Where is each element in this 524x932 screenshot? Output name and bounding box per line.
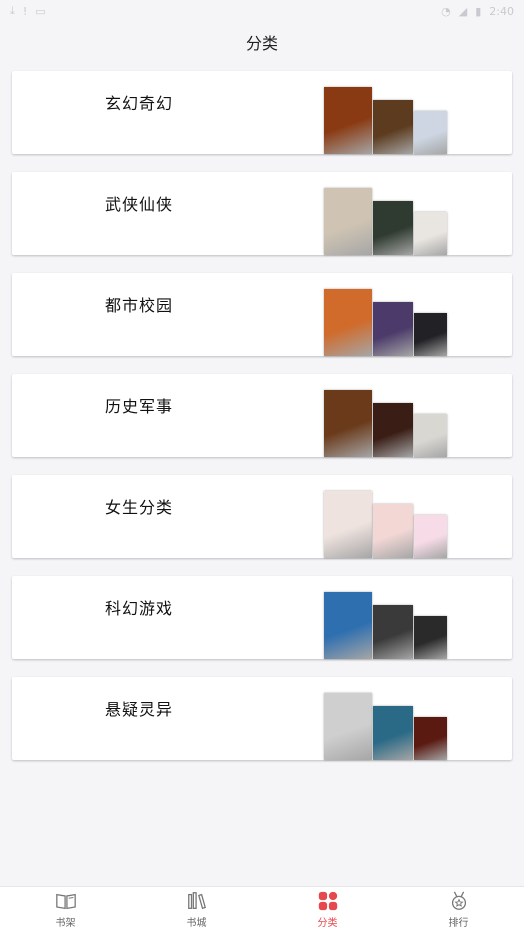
book-cover	[324, 87, 372, 154]
book-cover	[414, 616, 447, 659]
wifi-icon: ◔	[441, 4, 451, 18]
bottom-tab-bar: 书架 书城 分类 排行	[0, 886, 524, 932]
book-cover	[324, 592, 372, 659]
book-cover	[373, 100, 413, 154]
bookshelf-icon	[187, 892, 206, 910]
book-cover	[414, 212, 447, 255]
book-covers	[324, 592, 448, 659]
tab-ranking[interactable]: 排行	[393, 887, 524, 932]
category-card-nvsheng[interactable]: 女生分类	[12, 475, 512, 558]
book-cover	[373, 302, 413, 356]
book-covers	[324, 693, 448, 760]
book-cover	[373, 605, 413, 659]
tab-category[interactable]: 分类	[262, 887, 393, 932]
book-cover	[324, 693, 372, 760]
book-cover	[324, 390, 372, 457]
medal-icon	[451, 891, 466, 910]
notification-icon: !	[22, 4, 28, 18]
tab-label: 书城	[186, 918, 207, 929]
category-title: 玄幻奇幻	[105, 94, 174, 113]
category-card-dushi[interactable]: 都市校园	[12, 273, 512, 356]
book-cover	[414, 313, 447, 356]
category-title: 悬疑灵异	[105, 700, 174, 719]
category-title: 科幻游戏	[105, 599, 174, 618]
category-title: 女生分类	[105, 498, 174, 517]
book-cover	[414, 414, 447, 457]
book-cover	[373, 403, 413, 457]
tab-label: 书架	[55, 918, 76, 929]
category-card-lishi[interactable]: 历史军事	[12, 374, 512, 457]
download-icon: ⤓	[10, 4, 15, 17]
category-card-kehuan[interactable]: 科幻游戏	[12, 576, 512, 659]
book-covers	[324, 390, 448, 457]
signal-icon: ◢	[458, 4, 468, 18]
page-title: 分类	[245, 34, 278, 53]
tab-bookshelf[interactable]: 书架	[0, 887, 131, 932]
status-bar: ⤓ ! ▭ ◔ ◢ ▮ 2:40	[0, 0, 524, 22]
book-covers	[324, 188, 448, 255]
book-cover	[324, 188, 372, 255]
tab-bookstore[interactable]: 书城	[131, 887, 262, 932]
book-open-icon	[55, 893, 76, 910]
tab-label: 分类	[317, 918, 338, 929]
battery-icon: ▮	[475, 4, 482, 18]
book-cover	[324, 491, 372, 558]
book-covers	[324, 87, 448, 154]
book-cover	[373, 201, 413, 255]
category-list: 玄幻奇幻 武侠仙侠 都市校园 历史军事 女生分类 科幻游戏 悬疑灵异	[12, 71, 512, 778]
category-title: 武侠仙侠	[105, 195, 174, 214]
sd-card-icon: ▭	[35, 4, 46, 18]
book-cover	[414, 717, 447, 760]
book-covers	[324, 289, 448, 356]
status-time: 2:40	[489, 4, 514, 18]
category-title: 历史军事	[105, 397, 174, 416]
category-title: 都市校园	[105, 296, 174, 315]
category-card-wuxia[interactable]: 武侠仙侠	[12, 172, 512, 255]
category-card-xuanhuan[interactable]: 玄幻奇幻	[12, 71, 512, 154]
page-header: 分类	[0, 22, 524, 62]
book-covers	[324, 491, 448, 558]
book-cover	[373, 504, 413, 558]
book-cover	[414, 515, 447, 558]
book-cover	[414, 111, 447, 154]
tab-label: 排行	[448, 918, 469, 929]
category-card-xuanyi[interactable]: 悬疑灵异	[12, 677, 512, 760]
book-cover	[373, 706, 413, 760]
category-grid-icon	[318, 891, 337, 911]
book-cover	[324, 289, 372, 356]
